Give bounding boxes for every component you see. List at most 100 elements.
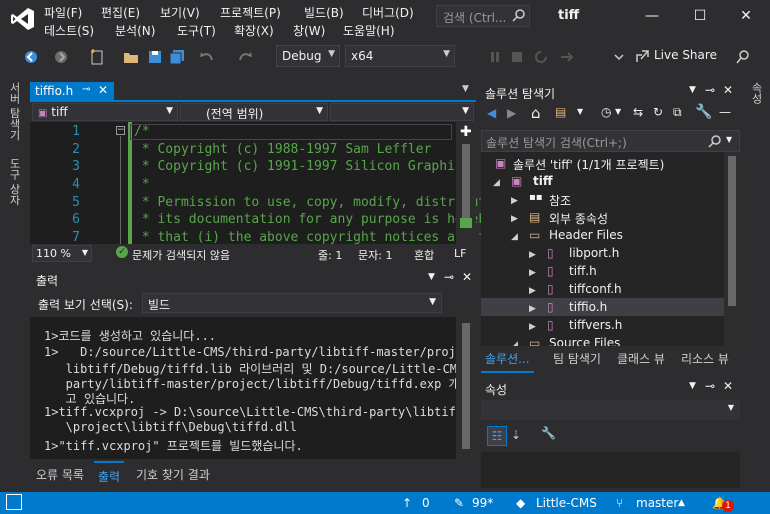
- forward-icon[interactable]: ▶: [507, 106, 516, 120]
- scrollbar-thumb[interactable]: [728, 156, 736, 306]
- collapse-all-icon[interactable]: ⧉: [673, 105, 682, 120]
- close-icon[interactable]: ✕: [462, 270, 472, 284]
- save-icon[interactable]: [146, 48, 164, 66]
- new-item-icon[interactable]: [88, 48, 106, 66]
- window-position-icon[interactable]: ▼: [428, 272, 435, 282]
- live-share-button[interactable]: Live Share: [654, 48, 717, 62]
- solution-tree[interactable]: ▣ 솔루션 'tiff' (1/1개 프로젝트) ◢ ▣ tiff ▶ ▪▪ 참…: [481, 152, 740, 352]
- collapsed-icon[interactable]: ▶: [529, 268, 536, 278]
- tab-output[interactable]: 출력: [94, 461, 125, 484]
- output-text[interactable]: 1>코드를 생성하고 있습니다... 1> D:/source/Little-C…: [30, 317, 456, 459]
- expanded-icon[interactable]: ◢: [511, 232, 518, 242]
- tree-item-selected[interactable]: tiffio.h: [569, 300, 607, 314]
- pause-icon[interactable]: [486, 48, 504, 66]
- stop-icon[interactable]: [508, 48, 526, 66]
- project-select[interactable]: ▣ tiff ▼: [32, 103, 178, 121]
- menu-project[interactable]: 프로젝트(P): [220, 4, 281, 21]
- pending-changes[interactable]: 99*: [472, 496, 493, 510]
- indent-mode[interactable]: 혼합: [414, 247, 434, 263]
- menu-window[interactable]: 창(W): [293, 22, 325, 39]
- scope-select[interactable]: (전역 범위) ▼: [180, 103, 328, 121]
- collapsed-icon[interactable]: ▶: [511, 196, 518, 206]
- tab-resource-view[interactable]: 리소스 뷰: [681, 350, 729, 367]
- step-icon[interactable]: [558, 48, 576, 66]
- save-all-icon[interactable]: [168, 48, 186, 66]
- split-icon[interactable]: ✚: [460, 124, 472, 140]
- menu-build[interactable]: 빌드(B): [304, 4, 344, 21]
- tree-item[interactable]: tiff.h: [569, 264, 597, 278]
- menu-file[interactable]: 파일(F): [44, 4, 82, 21]
- tab-solution-explorer[interactable]: 솔루션...: [481, 346, 534, 373]
- toolbar-overflow-icon[interactable]: [610, 48, 628, 66]
- tab-overflow-icon[interactable]: ▼: [462, 84, 469, 94]
- close-icon[interactable]: ✕: [738, 8, 754, 24]
- zoom-select[interactable]: 110 % ▼: [32, 245, 92, 262]
- toolbox-tab[interactable]: 도구 상자: [6, 158, 22, 206]
- pin-icon[interactable]: ⊸: [705, 83, 715, 97]
- menu-test[interactable]: 테스트(S): [44, 22, 94, 39]
- editor-scrollbar[interactable]: ✚: [456, 122, 476, 244]
- collapsed-icon[interactable]: ▶: [529, 304, 536, 314]
- sync-icon[interactable]: ⇆: [633, 105, 643, 119]
- menu-debug[interactable]: 디버그(D): [362, 4, 414, 21]
- pending-changes-icon[interactable]: ◷: [601, 105, 611, 119]
- tab-tiffio-h[interactable]: tiffio.h ⊸ ✕: [30, 82, 114, 101]
- property-pages-icon[interactable]: 🔧: [541, 426, 556, 440]
- pin-icon[interactable]: ⊸: [705, 379, 715, 393]
- output-source-select[interactable]: 빌드 ▼: [142, 293, 442, 313]
- expanded-icon[interactable]: ◢: [493, 178, 500, 188]
- menu-view[interactable]: 보기(V): [160, 4, 200, 21]
- collapse-icon[interactable]: −: [116, 126, 125, 135]
- chevron-down-icon[interactable]: ▼: [615, 107, 621, 116]
- menu-tools[interactable]: 도구(T): [177, 22, 216, 39]
- tab-error-list[interactable]: 오류 목록: [36, 466, 84, 483]
- live-share-icon[interactable]: [634, 48, 652, 66]
- open-folder-icon[interactable]: [122, 48, 140, 66]
- repository-name[interactable]: Little-CMS: [536, 496, 597, 510]
- close-icon[interactable]: ✕: [723, 379, 733, 393]
- switch-views-icon[interactable]: ▤: [555, 105, 566, 119]
- window-position-icon[interactable]: ▼: [689, 85, 696, 95]
- back-icon[interactable]: ◀: [487, 106, 496, 120]
- menu-help[interactable]: 도움말(H): [343, 22, 395, 39]
- maximize-icon[interactable]: ☐: [692, 8, 708, 24]
- collapsed-icon[interactable]: ▶: [529, 286, 536, 296]
- properties-object-select[interactable]: ▼: [481, 400, 740, 420]
- line-ending[interactable]: LF: [454, 247, 466, 260]
- undo-icon[interactable]: [198, 48, 216, 66]
- unpublished-commits[interactable]: 0: [422, 496, 430, 510]
- solution-scrollbar[interactable]: [724, 152, 740, 352]
- close-icon[interactable]: ✕: [723, 83, 733, 97]
- alphabetical-icon[interactable]: ⇣: [511, 428, 521, 442]
- tree-solution-root[interactable]: 솔루션 'tiff' (1/1개 프로젝트): [513, 156, 664, 173]
- collapsed-icon[interactable]: ▶: [529, 250, 536, 260]
- scrollbar-thumb[interactable]: [462, 323, 470, 449]
- pin-icon[interactable]: ⊸: [444, 270, 454, 284]
- tree-item[interactable]: 외부 종속성: [549, 210, 608, 227]
- more-icon[interactable]: —: [719, 105, 731, 119]
- window-position-icon[interactable]: ▼: [689, 381, 696, 391]
- pin-icon[interactable]: ⊸: [82, 84, 90, 95]
- menu-edit[interactable]: 편집(E): [101, 4, 140, 21]
- minimize-icon[interactable]: —: [644, 8, 660, 24]
- solution-search-input[interactable]: 솔루션 탐색기 검색(Ctrl+;) ▼: [481, 130, 740, 152]
- collapsed-icon[interactable]: ▶: [529, 322, 536, 332]
- issues-status[interactable]: 문제가 검색되지 않음: [132, 247, 230, 263]
- tree-item[interactable]: tiffvers.h: [569, 318, 622, 332]
- menu-analyze[interactable]: 분석(N): [115, 22, 155, 39]
- configuration-select[interactable]: Debug ▼: [276, 45, 340, 67]
- tree-project[interactable]: tiff: [533, 174, 553, 188]
- server-explorer-tab[interactable]: 서버 탐색기: [6, 82, 22, 141]
- tab-team-explorer[interactable]: 팀 탐색기: [553, 350, 601, 367]
- close-tab-icon[interactable]: ✕: [98, 83, 108, 97]
- properties-side-tab[interactable]: 속성: [748, 82, 764, 104]
- tab-find-symbol-results[interactable]: 기호 찾기 결과: [136, 466, 210, 483]
- chevron-down-icon[interactable]: ▼: [726, 135, 732, 144]
- tree-item[interactable]: libport.h: [569, 246, 619, 260]
- forward-icon[interactable]: [52, 48, 70, 66]
- feedback-icon[interactable]: [734, 48, 752, 66]
- tree-item[interactable]: tiffconf.h: [569, 282, 622, 296]
- restart-icon[interactable]: [532, 48, 550, 66]
- collapsed-icon[interactable]: ▶: [511, 214, 518, 224]
- member-select[interactable]: ▼: [330, 103, 474, 121]
